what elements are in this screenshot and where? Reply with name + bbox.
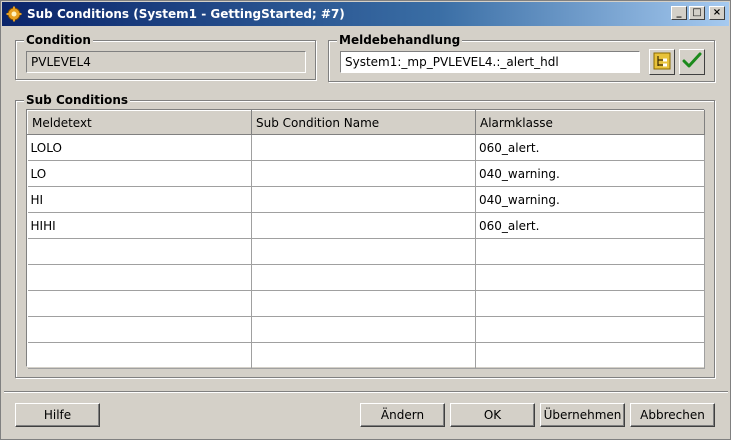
button-bar: Hilfe Ändern OK Übernehmen Abbrechen [4, 391, 728, 437]
minimize-icon: _ [676, 7, 682, 18]
condition-legend: Condition [24, 33, 93, 47]
meldebehandlung-group: Meldebehandlung System1:_mp_PVLEVEL4.:_a… [328, 33, 715, 82]
sub-conditions-legend: Sub Conditions [24, 93, 131, 107]
table-cell[interactable] [475, 238, 705, 265]
table-cell[interactable]: LO [27, 160, 252, 187]
checkmark-icon [682, 52, 702, 73]
meldebehandlung-legend: Meldebehandlung [337, 33, 463, 47]
apply-button[interactable]: Übernehmen [540, 403, 625, 427]
table-row[interactable] [27, 238, 705, 265]
table-cell[interactable]: HIHI [27, 212, 252, 239]
table-cell[interactable] [475, 342, 705, 369]
table-cell[interactable] [27, 342, 252, 369]
maximize-icon: □ [692, 7, 702, 18]
tree-select-button[interactable] [649, 49, 675, 75]
sub-conditions-dialog: Sub Conditions (System1 - GettingStarted… [0, 0, 731, 440]
column-header-alarmklasse[interactable]: Alarmklasse [475, 110, 705, 135]
table-row[interactable] [27, 264, 705, 291]
table-row[interactable] [27, 316, 705, 343]
gear-icon [6, 6, 22, 22]
change-button[interactable]: Ändern [360, 403, 445, 427]
table-cell[interactable] [251, 186, 476, 213]
table-cell[interactable] [27, 316, 252, 343]
table-cell[interactable] [251, 212, 476, 239]
table-cell[interactable]: 040_warning. [475, 186, 705, 213]
alert-handler-field[interactable]: System1:_mp_PVLEVEL4.:_alert_hdl [340, 51, 640, 73]
window-title: Sub Conditions (System1 - GettingStarted… [27, 7, 345, 21]
table-cell[interactable] [251, 290, 476, 317]
table-row[interactable]: LO 040_warning. [27, 160, 705, 187]
table-cell[interactable] [251, 134, 476, 161]
column-header-sub-condition-name[interactable]: Sub Condition Name [251, 110, 476, 135]
table-cell[interactable] [27, 238, 252, 265]
table-cell[interactable] [251, 264, 476, 291]
table-cell[interactable] [475, 290, 705, 317]
condition-group: Condition PVLEVEL4 [15, 33, 316, 80]
minimize-button[interactable]: _ [671, 6, 687, 20]
close-icon: × [712, 7, 722, 18]
table-cell[interactable] [475, 316, 705, 343]
table-cell[interactable] [251, 160, 476, 187]
tree-icon [653, 52, 671, 73]
table-cell[interactable]: 040_warning. [475, 160, 705, 187]
help-button[interactable]: Hilfe [15, 403, 100, 427]
table-row[interactable]: HIHI 060_alert. [27, 212, 705, 239]
table-header-row: Meldetext Sub Condition Name Alarmklasse [27, 110, 705, 135]
table-cell[interactable] [475, 264, 705, 291]
table-cell[interactable] [251, 316, 476, 343]
table-row[interactable] [27, 342, 705, 369]
table-cell[interactable] [27, 290, 252, 317]
cancel-button[interactable]: Abbrechen [630, 403, 715, 427]
column-header-meldetext[interactable]: Meldetext [27, 110, 252, 135]
maximize-button[interactable]: □ [689, 6, 705, 20]
table-row[interactable]: LOLO 060_alert. [27, 134, 705, 161]
table-row[interactable] [27, 290, 705, 317]
sub-conditions-table: Meldetext Sub Condition Name Alarmklasse… [26, 109, 705, 369]
title-bar[interactable]: Sub Conditions (System1 - GettingStarted… [2, 2, 729, 26]
table-row[interactable]: HI 040_warning. [27, 186, 705, 213]
table-cell[interactable] [251, 342, 476, 369]
table-cell[interactable] [27, 264, 252, 291]
window-controls: _ □ × [671, 6, 725, 20]
confirm-button[interactable] [679, 49, 705, 75]
ok-button[interactable]: OK [450, 403, 535, 427]
close-button[interactable]: × [709, 6, 725, 20]
table-cell[interactable]: HI [27, 186, 252, 213]
table-cell[interactable]: 060_alert. [475, 212, 705, 239]
condition-field[interactable]: PVLEVEL4 [26, 51, 306, 73]
table-cell[interactable] [251, 238, 476, 265]
table-cell[interactable]: LOLO [27, 134, 252, 161]
table-cell[interactable]: 060_alert. [475, 134, 705, 161]
